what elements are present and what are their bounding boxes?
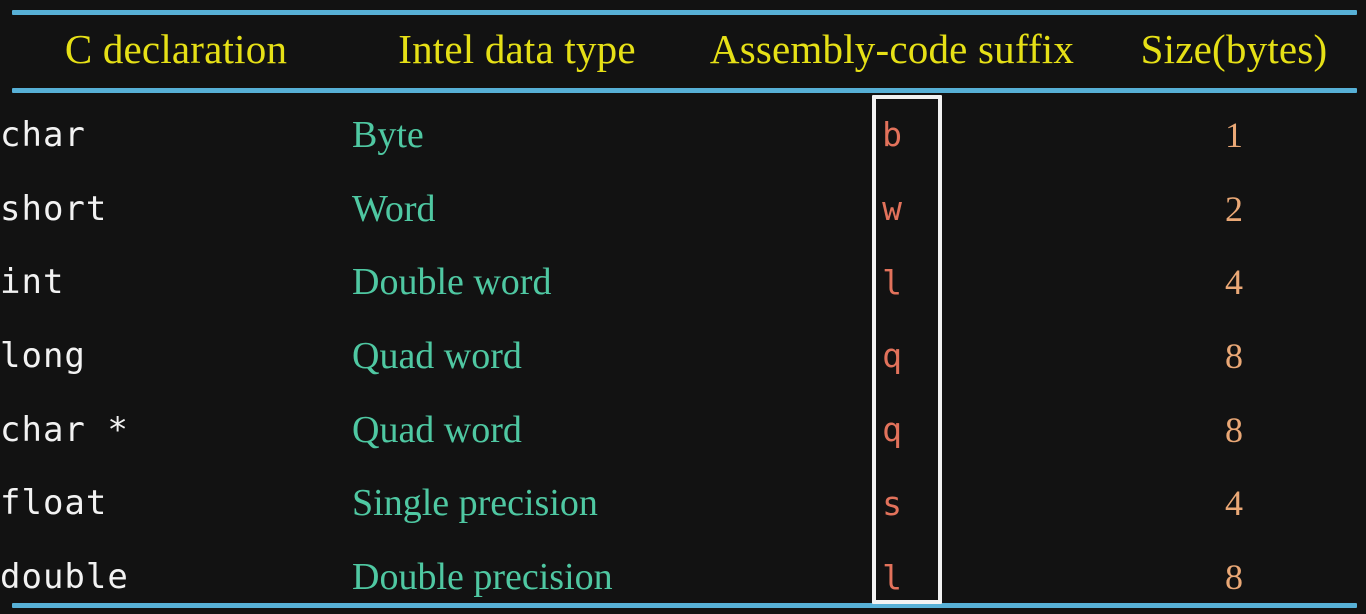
cell-intel-data-type: Double word xyxy=(352,261,552,304)
cell-intel-data-type: Single precision xyxy=(352,482,598,525)
cell-c-declaration: int xyxy=(0,262,65,303)
cell-assembly-suffix: q xyxy=(882,410,902,450)
cell-intel-data-type: Quad word xyxy=(352,408,522,451)
cell-c-declaration: float xyxy=(0,483,108,524)
cell-assembly-suffix: s xyxy=(882,483,902,523)
cell-assembly-suffix: q xyxy=(882,336,902,376)
cell-assembly-suffix: l xyxy=(882,557,902,597)
cell-intel-data-type: Quad word xyxy=(352,334,522,377)
column-header-intel-data-type: Intel data type xyxy=(398,25,636,72)
column-header-c-declaration: C declaration xyxy=(64,25,288,72)
cell-assembly-suffix: l xyxy=(882,262,902,302)
table-row: short Word w 2 xyxy=(0,172,1366,246)
table-row: char Byte b 1 xyxy=(0,98,1366,172)
cell-assembly-suffix: w xyxy=(882,189,902,229)
cell-c-declaration: long xyxy=(0,335,86,376)
cell-c-declaration: char xyxy=(0,114,86,155)
cell-size-bytes: 8 xyxy=(1225,409,1243,450)
cell-size-bytes: 4 xyxy=(1225,483,1243,524)
cell-intel-data-type: Word xyxy=(352,187,436,230)
cell-size-bytes: 1 xyxy=(1225,114,1243,155)
cell-size-bytes: 8 xyxy=(1225,335,1243,376)
cell-size-bytes: 8 xyxy=(1225,557,1243,598)
cell-intel-data-type: Byte xyxy=(352,113,424,156)
cell-size-bytes: 2 xyxy=(1225,188,1243,229)
table-header-row: C declaration Intel data type Assembly-c… xyxy=(0,0,1366,98)
cell-c-declaration: double xyxy=(0,557,129,598)
table-row: long Quad word q 8 xyxy=(0,319,1366,393)
table-body: char Byte b 1 short Word w 2 int Double … xyxy=(0,98,1366,614)
data-sizes-table: C declaration Intel data type Assembly-c… xyxy=(0,0,1366,614)
table-row: char * Quad word q 8 xyxy=(0,393,1366,467)
column-header-assembly-code-suffix: Assembly-code suffix xyxy=(709,25,1075,72)
column-header-size-bytes: Size(bytes) xyxy=(1140,25,1328,72)
table-row: double Double precision l 8 xyxy=(0,540,1366,614)
cell-c-declaration: char * xyxy=(0,409,129,450)
cell-assembly-suffix: b xyxy=(882,115,902,155)
table-header: C declaration Intel data type Assembly-c… xyxy=(0,0,1366,98)
table-row: int Double word l 4 xyxy=(0,245,1366,319)
slide-root: C declaration Intel data type Assembly-c… xyxy=(0,0,1366,614)
cell-size-bytes: 4 xyxy=(1225,262,1243,303)
cell-intel-data-type: Double precision xyxy=(352,556,613,599)
cell-c-declaration: short xyxy=(0,188,108,229)
table-row: float Single precision s 4 xyxy=(0,467,1366,541)
